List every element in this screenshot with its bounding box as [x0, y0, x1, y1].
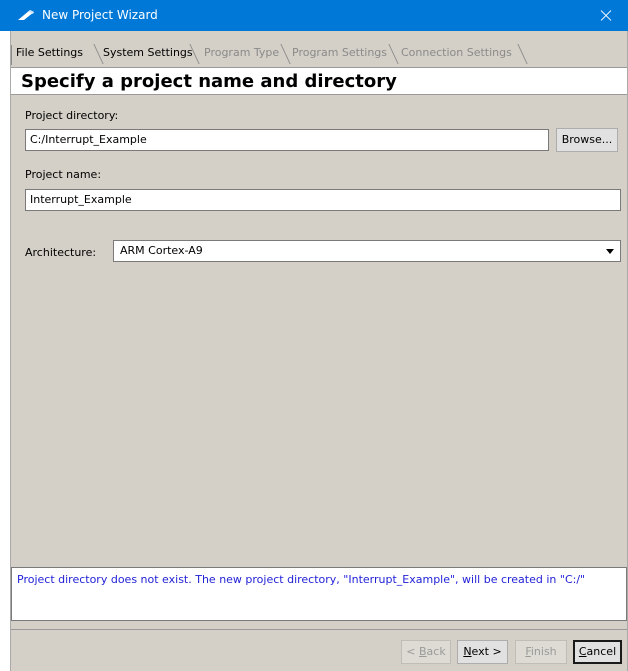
back-button: < Back: [401, 640, 451, 664]
window-title: New Project Wizard: [42, 8, 158, 22]
tab-bar: File Settings System Settings Program Ty…: [11, 43, 627, 65]
tab-file-settings[interactable]: File Settings: [11, 43, 97, 65]
footer-divider: [11, 629, 627, 630]
status-message: Project directory does not exist. The ne…: [11, 567, 627, 621]
title-bar: New Project Wizard: [0, 0, 628, 31]
cancel-button[interactable]: Cancel: [573, 640, 622, 664]
wizard-icon: [18, 10, 34, 20]
wizard-window: File Settings System Settings Program Ty…: [10, 31, 628, 671]
tab-program-type: Program Type: [199, 43, 284, 65]
project-directory-input[interactable]: C:/Interrupt_Example: [25, 129, 549, 151]
page-title: Specify a project name and directory: [21, 71, 397, 92]
page-header: Specify a project name and directory: [11, 67, 627, 95]
tab-connection-settings: Connection Settings: [396, 43, 521, 65]
finish-button: Finish: [515, 640, 567, 664]
project-directory-label: Project directory:: [25, 109, 119, 122]
next-button[interactable]: Next >: [457, 640, 508, 664]
tab-system-settings[interactable]: System Settings: [98, 43, 193, 65]
project-name-label: Project name:: [25, 168, 102, 181]
close-icon[interactable]: [582, 0, 628, 31]
architecture-value: ARM Cortex-A9: [120, 244, 203, 257]
browse-button[interactable]: Browse...: [556, 128, 618, 152]
chevron-down-icon: [606, 249, 614, 254]
architecture-select[interactable]: ARM Cortex-A9: [113, 240, 621, 262]
project-name-input[interactable]: Interrupt_Example: [25, 189, 621, 211]
tab-program-settings: Program Settings: [287, 43, 392, 65]
architecture-label: Architecture:: [25, 246, 97, 259]
